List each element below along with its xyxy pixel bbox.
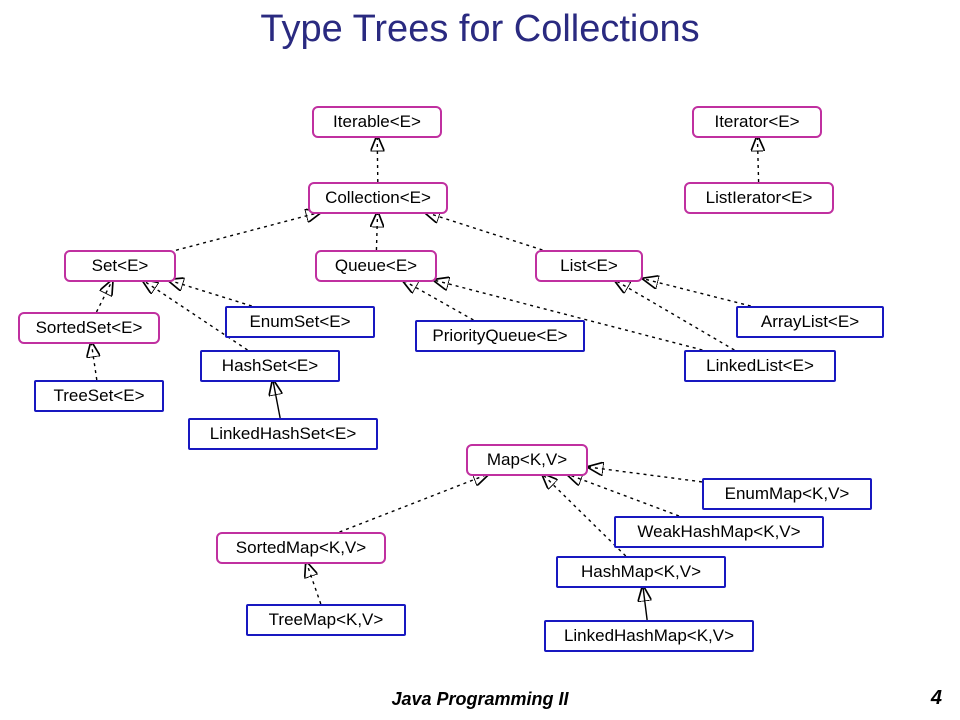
edge-queue-to-collection xyxy=(376,212,377,250)
edge-linkedhashmap-to-hashmap xyxy=(643,586,647,620)
edge-collection-to-iterable xyxy=(377,136,378,182)
edge-sortedset-to-set xyxy=(97,280,113,312)
edge-treemap-to-sortedmap xyxy=(306,562,321,604)
edge-treeset-to-sortedset xyxy=(91,342,97,380)
node-list: List<E> xyxy=(535,250,643,282)
node-arraylist: ArrayList<E> xyxy=(736,306,884,338)
node-map: Map<K,V> xyxy=(466,444,588,476)
node-linkedhashset: LinkedHashSet<E> xyxy=(188,418,378,450)
edge-weakhashmap-to-map xyxy=(567,474,679,516)
footer-text: Java Programming II xyxy=(0,689,960,710)
node-enumset: EnumSet<E> xyxy=(225,306,375,338)
node-hashset: HashSet<E> xyxy=(200,350,340,382)
node-treeset: TreeSet<E> xyxy=(34,380,164,412)
node-treemap: TreeMap<K,V> xyxy=(246,604,406,636)
node-enummap: EnumMap<K,V> xyxy=(702,478,872,510)
node-priorityqueue: PriorityQueue<E> xyxy=(415,320,585,352)
node-hashmap: HashMap<K,V> xyxy=(556,556,726,588)
node-set: Set<E> xyxy=(64,250,176,282)
node-linkedhashmap: LinkedHashMap<K,V> xyxy=(544,620,754,652)
edge-sortedmap-to-map xyxy=(340,474,489,532)
edge-set-to-collection xyxy=(176,212,321,250)
edge-enumset-to-set xyxy=(168,280,252,306)
edge-arraylist-to-list xyxy=(643,279,751,306)
edge-priorityqueue-to-queue xyxy=(403,280,474,320)
node-listiterator: ListIerator<E> xyxy=(684,182,834,214)
edge-listiterator-to-iterator xyxy=(757,136,758,182)
edge-enummap-to-map xyxy=(588,467,702,482)
node-weakhashmap: WeakHashMap<K,V> xyxy=(614,516,824,548)
edge-linkedhashset-to-hashset xyxy=(273,380,280,418)
slide-title: Type Trees for Collections xyxy=(0,8,960,51)
page-number: 4 xyxy=(931,687,942,710)
node-collection: Collection<E> xyxy=(308,182,448,214)
node-iterator: Iterator<E> xyxy=(692,106,822,138)
edge-list-to-collection xyxy=(425,212,543,250)
node-linkedlist: LinkedList<E> xyxy=(684,350,836,382)
edge-linkedlist-to-list xyxy=(615,280,735,350)
node-queue: Queue<E> xyxy=(315,250,437,282)
node-sortedset: SortedSet<E> xyxy=(18,312,160,344)
node-sortedmap: SortedMap<K,V> xyxy=(216,532,386,564)
node-iterable: Iterable<E> xyxy=(312,106,442,138)
